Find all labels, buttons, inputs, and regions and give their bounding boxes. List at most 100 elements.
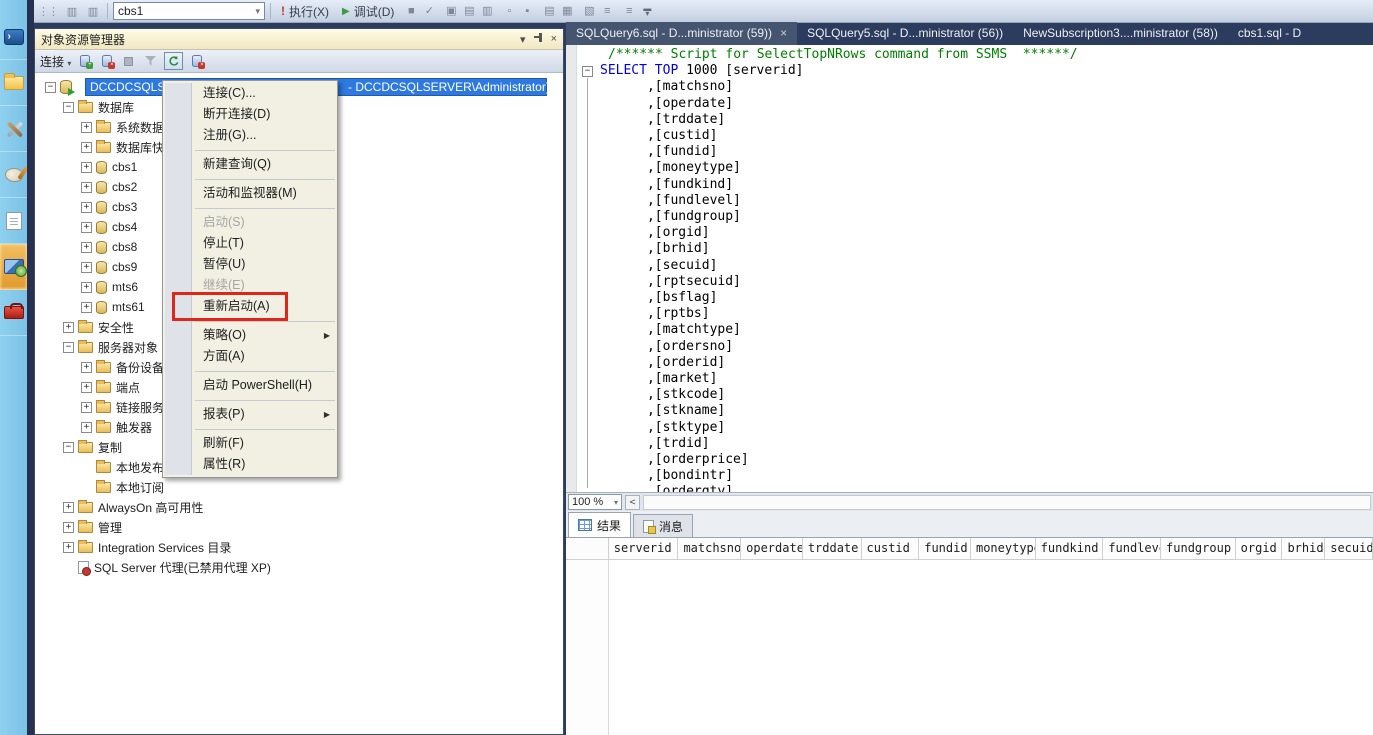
menu-item[interactable]: 策略(O)▶: [163, 325, 337, 346]
expand-icon[interactable]: +: [63, 522, 74, 533]
toolbar-grip[interactable]: ⋮⋮: [38, 5, 58, 18]
document-tab[interactable]: SQLQuery6.sql - D...ministrator (59))×: [566, 22, 797, 45]
indent-decrease-icon[interactable]: ▧: [580, 2, 598, 19]
expand-icon[interactable]: +: [81, 382, 92, 393]
indent-increase-icon[interactable]: ≡: [598, 3, 616, 20]
taskbar-item[interactable]: [0, 290, 27, 336]
menu-item[interactable]: 注册(G)...: [163, 125, 337, 146]
window-position-icon[interactable]: ▾: [520, 33, 526, 46]
menu-item[interactable]: 刷新(F): [163, 433, 337, 454]
combo-dropdown-icon[interactable]: ▾: [255, 6, 260, 17]
expand-icon[interactable]: +: [81, 282, 92, 293]
menu-item[interactable]: 新建查询(Q): [163, 154, 337, 175]
stop-icon[interactable]: ■: [402, 3, 420, 20]
collapse-icon[interactable]: −: [63, 102, 74, 113]
expand-icon[interactable]: +: [63, 322, 74, 333]
tree-row[interactable]: +AlwaysOn 高可用性: [35, 497, 563, 517]
document-tab[interactable]: NewSubscription3....ministrator (58)): [1013, 22, 1228, 45]
expand-icon[interactable]: +: [81, 402, 92, 413]
expand-icon[interactable]: +: [81, 122, 92, 133]
taskbar-item[interactable]: [0, 106, 27, 152]
tree-row[interactable]: 本地订阅: [35, 477, 563, 497]
grid-column-header[interactable]: fundkind: [1036, 538, 1104, 560]
code-fold-icon[interactable]: −: [582, 66, 593, 77]
expand-icon[interactable]: +: [81, 142, 92, 153]
results-file-icon[interactable]: ▪: [518, 3, 536, 20]
expand-icon[interactable]: +: [81, 202, 92, 213]
menu-item[interactable]: 断开连接(D): [163, 104, 337, 125]
grid-column-header[interactable]: serverid: [609, 538, 679, 560]
grid-column-header[interactable]: moneytype: [971, 538, 1036, 560]
menu-item[interactable]: 停止(T): [163, 233, 337, 254]
refresh-icon[interactable]: [164, 52, 183, 70]
stop-service-icon[interactable]: ×: [188, 53, 205, 69]
grid-column-header[interactable]: custid: [862, 538, 920, 560]
horizontal-scrollbar[interactable]: [643, 495, 1371, 510]
collapse-icon[interactable]: −: [63, 442, 74, 453]
expand-icon[interactable]: +: [81, 422, 92, 433]
change-connection-icon[interactable]: ▥: [63, 3, 81, 20]
menu-item[interactable]: 暂停(U): [163, 254, 337, 275]
results-text-icon[interactable]: ▥: [478, 2, 496, 19]
comment-icon[interactable]: ▤: [540, 2, 558, 19]
tab-results[interactable]: 结果: [568, 512, 631, 537]
menu-item[interactable]: 启动 PowerShell(H): [163, 375, 337, 396]
analyze-icon[interactable]: ▣: [442, 2, 460, 19]
collapse-icon[interactable]: −: [45, 82, 56, 93]
editor-zoom-combo[interactable]: 100 % ▾: [568, 494, 622, 510]
collapse-icon[interactable]: −: [63, 342, 74, 353]
pin-icon[interactable]: [533, 32, 544, 46]
menu-item[interactable]: 报表(P)▶: [163, 404, 337, 425]
tree-row[interactable]: +Integration Services 目录: [35, 537, 563, 557]
grid-column-header[interactable]: operdate: [741, 538, 803, 560]
taskbar-item[interactable]: ›: [0, 14, 27, 60]
debug-button[interactable]: ▶ 调试(D): [337, 2, 399, 21]
filter-icon[interactable]: [142, 53, 159, 69]
change-database-icon[interactable]: ▥: [84, 3, 102, 20]
grid-column-header[interactable]: orgid: [1236, 538, 1283, 560]
close-icon[interactable]: ×: [780, 22, 787, 45]
document-tab[interactable]: cbs1.sql - D: [1228, 22, 1311, 45]
grid-column-header[interactable]: fundid: [919, 538, 971, 560]
grid-column-header[interactable]: trddate: [803, 538, 862, 560]
expand-icon[interactable]: +: [81, 242, 92, 253]
expand-icon[interactable]: +: [81, 182, 92, 193]
taskbar-item[interactable]: [0, 198, 27, 244]
tree-row[interactable]: SQL Server 代理(已禁用代理 XP): [35, 557, 563, 577]
output-icon[interactable]: ▤: [460, 2, 478, 19]
grid-column-header[interactable]: brhid: [1282, 538, 1325, 560]
execute-button[interactable]: ! 执行(X): [276, 2, 334, 21]
document-tab[interactable]: SQLQuery5.sql - D...ministrator (56)): [797, 22, 1013, 45]
scroll-left-button[interactable]: <: [625, 495, 640, 510]
uncomment-icon[interactable]: ▦: [558, 2, 576, 19]
tab-messages[interactable]: 消息: [633, 514, 693, 537]
taskbar-item[interactable]: [0, 60, 27, 106]
menu-item[interactable]: 属性(R): [163, 454, 337, 475]
expand-icon[interactable]: +: [81, 162, 92, 173]
sql-code-editor[interactable]: − /****** Script for SelectTopNRows comm…: [566, 45, 1373, 492]
expand-icon[interactable]: +: [81, 262, 92, 273]
expand-icon[interactable]: +: [81, 302, 92, 313]
expand-icon[interactable]: +: [63, 542, 74, 553]
taskbar-item[interactable]: [0, 152, 27, 198]
grid-column-header[interactable]: fundgroup: [1161, 538, 1236, 560]
close-icon[interactable]: ×: [551, 33, 557, 45]
connect-dropdown-button[interactable]: 连接 ▾: [40, 53, 71, 70]
breakpoint-gutter[interactable]: [566, 45, 577, 492]
expand-icon[interactable]: +: [81, 362, 92, 373]
toolbar-overflow-button[interactable]: ▬▾: [643, 6, 651, 16]
parse-check-icon[interactable]: ✓: [420, 2, 438, 19]
grid-column-header[interactable]: secuid: [1325, 538, 1373, 560]
grid-column-header[interactable]: fundlevel: [1103, 538, 1161, 560]
disconnect-server-icon[interactable]: ×: [98, 53, 115, 69]
menu-item[interactable]: 连接(C)...: [163, 83, 337, 104]
taskbar-item[interactable]: [0, 244, 27, 290]
expand-icon[interactable]: +: [81, 222, 92, 233]
menu-item[interactable]: 方面(A): [163, 346, 337, 367]
results-grid-icon[interactable]: ▫: [500, 3, 518, 20]
expand-icon[interactable]: +: [63, 502, 74, 513]
tree-row[interactable]: +管理: [35, 517, 563, 537]
menu-item[interactable]: 活动和监视器(M): [163, 183, 337, 204]
connect-server-icon[interactable]: +: [76, 53, 93, 69]
specify-values-icon[interactable]: ≡: [620, 3, 638, 20]
